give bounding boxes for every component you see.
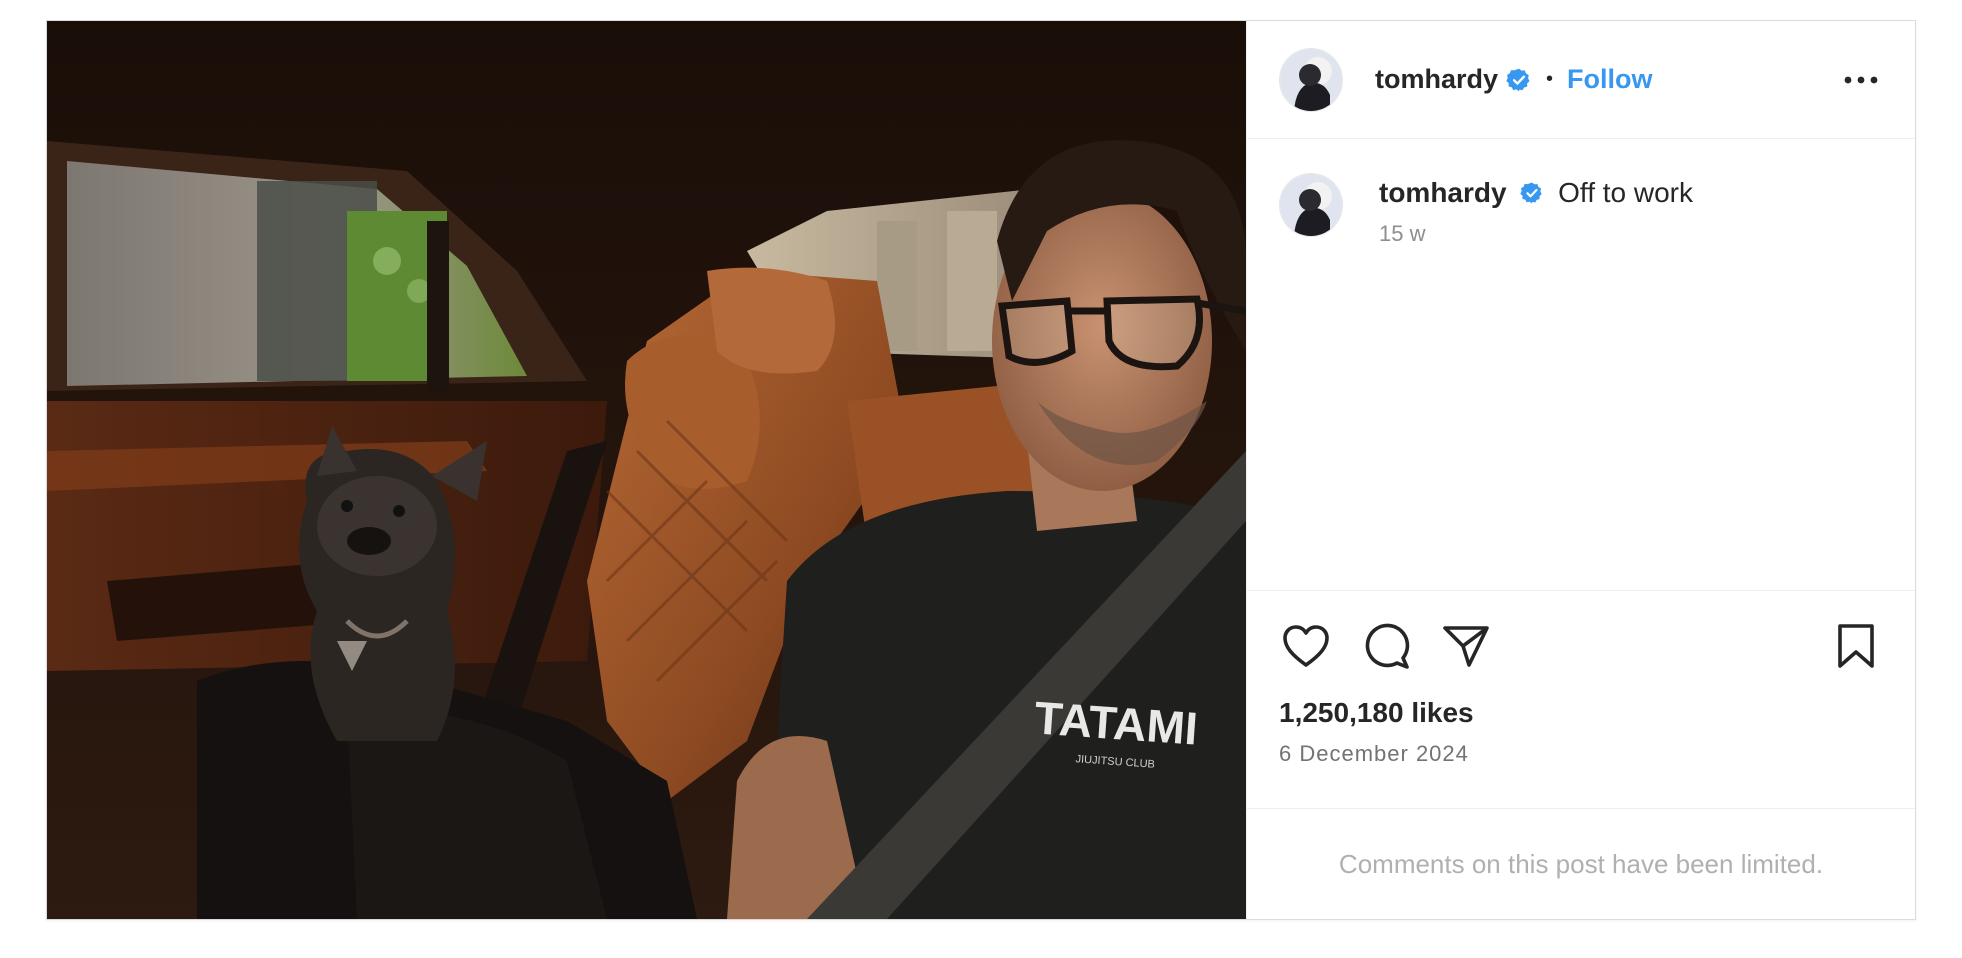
caption-body: tomhardy Off to work 15 w <box>1379 173 1693 590</box>
caption-line: tomhardy Off to work <box>1379 175 1693 211</box>
caption-verified-badge-icon <box>1520 182 1543 204</box>
share-button[interactable] <box>1439 619 1493 673</box>
caption-avatar-image <box>1280 174 1342 236</box>
caption-avatar[interactable] <box>1279 173 1343 237</box>
avatar[interactable] <box>1279 47 1343 112</box>
save-button[interactable] <box>1829 619 1883 673</box>
caption-timestamp[interactable]: 15 w <box>1379 221 1693 247</box>
heart-icon <box>1283 625 1329 667</box>
header-separator: • <box>1546 68 1554 90</box>
post-photo-art: TATAMI JIUJITSU CLUB <box>47 21 1246 919</box>
bookmark-icon <box>1838 624 1874 668</box>
post-actions-section: 1,250,180 likes 6 December 2024 <box>1247 590 1915 808</box>
comment-button[interactable] <box>1359 619 1413 673</box>
avatar-image <box>1280 48 1342 111</box>
comment-icon <box>1365 623 1410 669</box>
share-icon <box>1443 626 1489 667</box>
post-header: tomhardy • Follow <box>1247 21 1915 139</box>
action-bar <box>1279 619 1883 673</box>
likes-count[interactable]: 1,250,180 likes <box>1279 697 1883 729</box>
verified-badge-icon <box>1506 68 1530 91</box>
caption-text: Off to work <box>1558 177 1693 208</box>
comments-limited-notice: Comments on this post have been limited. <box>1247 808 1915 919</box>
follow-button[interactable]: Follow <box>1567 64 1652 95</box>
post-side-panel: tomhardy • Follow tomhardy Off to work 1… <box>1246 21 1915 919</box>
more-options-icon[interactable] <box>1841 60 1881 100</box>
caption-username[interactable]: tomhardy <box>1379 177 1507 208</box>
post-photo[interactable]: TATAMI JIUJITSU CLUB <box>47 21 1246 919</box>
header-username[interactable]: tomhardy <box>1375 64 1498 95</box>
post-caption: tomhardy Off to work 15 w <box>1247 139 1915 590</box>
post-date[interactable]: 6 December 2024 <box>1279 741 1883 767</box>
instagram-post: TATAMI JIUJITSU CLUB tomhardy • Follow t… <box>46 20 1916 920</box>
like-button[interactable] <box>1279 619 1333 673</box>
